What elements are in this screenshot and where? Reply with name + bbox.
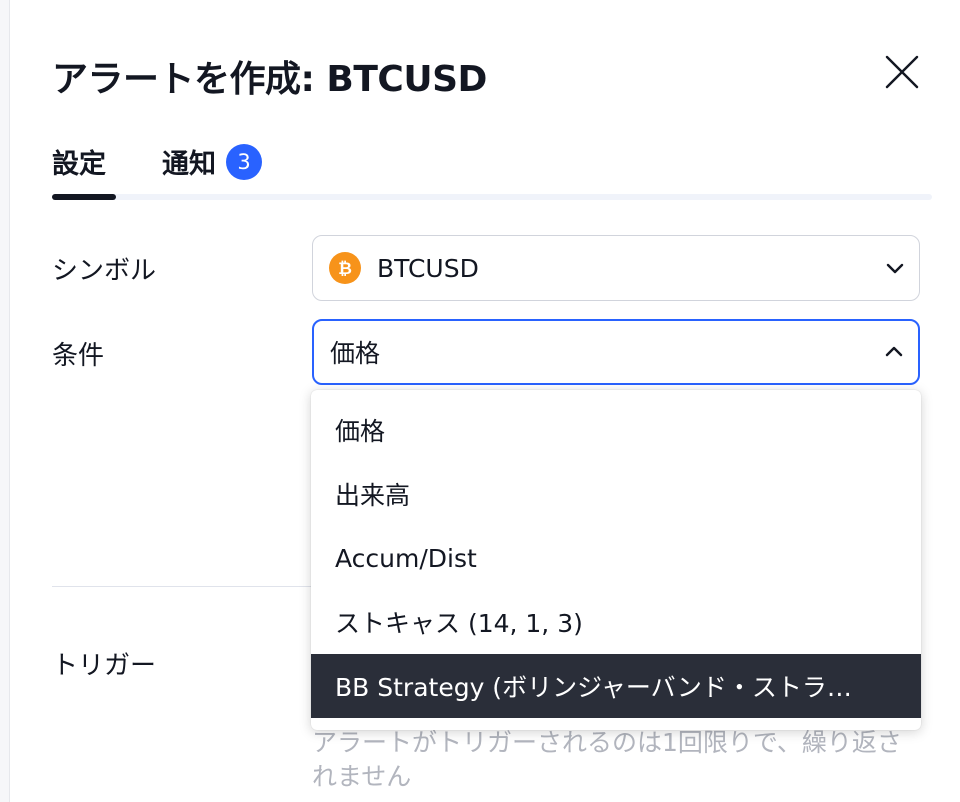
- close-button[interactable]: [882, 52, 922, 92]
- chevron-up-icon: [885, 346, 903, 357]
- notification-count-badge: 3: [226, 143, 262, 180]
- tab-track: [52, 194, 932, 200]
- tab-settings-label: 設定: [52, 149, 106, 180]
- trigger-hint: アラートがトリガーされるのは1回限りで、繰り返されません: [312, 728, 902, 791]
- option-label: 価格: [335, 417, 386, 446]
- section-divider: [52, 586, 312, 587]
- close-icon: [885, 55, 919, 89]
- symbol-value: BTCUSD: [377, 253, 479, 283]
- tab-notifications-label: 通知: [162, 149, 216, 180]
- tab-bar: 設定 通知 3: [52, 142, 932, 202]
- bitcoin-icon: ₿: [329, 252, 361, 284]
- tab-settings[interactable]: 設定: [52, 142, 106, 181]
- create-alert-dialog: アラートを作成: BTCUSD 設定 通知 3 シンボル ₿ BTCUSD 条件…: [10, 0, 960, 802]
- option-label: Accum/Dist: [335, 543, 477, 573]
- condition-select[interactable]: 価格: [312, 319, 920, 385]
- svg-text:₿: ₿: [338, 259, 352, 278]
- chevron-down-icon: [886, 263, 904, 274]
- condition-option-accum-dist[interactable]: Accum/Dist: [311, 526, 921, 590]
- symbol-select[interactable]: ₿ BTCUSD: [312, 235, 920, 301]
- option-label: 出来高: [335, 481, 411, 510]
- active-tab-indicator: [52, 194, 116, 200]
- tab-notifications[interactable]: 通知 3: [162, 142, 262, 181]
- condition-label: 条件: [52, 341, 105, 371]
- trigger-label: トリガー: [52, 651, 157, 681]
- symbol-label: シンボル: [52, 256, 157, 286]
- dialog-title: アラートを作成: BTCUSD: [52, 59, 487, 100]
- condition-dropdown-menu: 価格 出来高 Accum/Dist ストキャス (14, 1, 3) BB St…: [311, 390, 921, 730]
- condition-option-price[interactable]: 価格: [311, 398, 921, 462]
- condition-value: 価格: [330, 339, 381, 368]
- condition-option-volume[interactable]: 出来高: [311, 462, 921, 526]
- condition-option-bb-strategy[interactable]: BB Strategy (ボリンジャーバンド・ストラ…: [311, 654, 921, 718]
- option-label: ストキャス (14, 1, 3): [335, 609, 583, 638]
- condition-option-stochastic[interactable]: ストキャス (14, 1, 3): [311, 590, 921, 654]
- option-label: BB Strategy (ボリンジャーバンド・ストラ…: [335, 673, 852, 702]
